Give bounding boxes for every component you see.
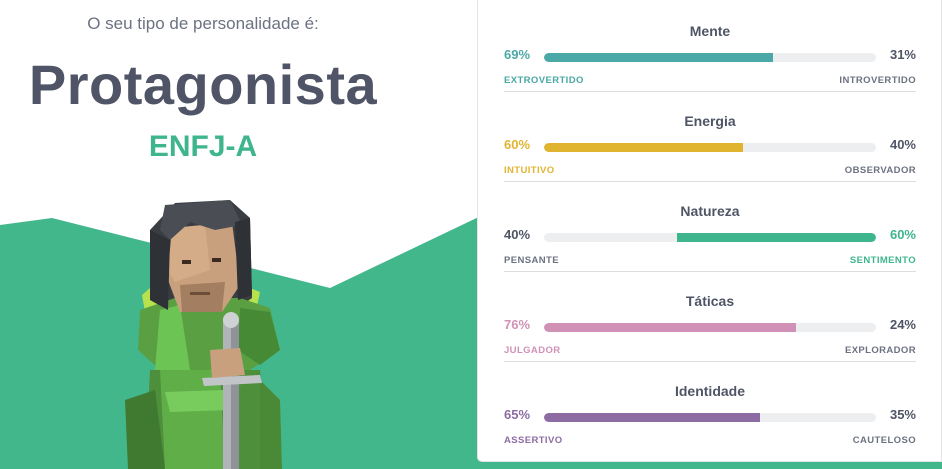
trait-left-label: JULGADOR	[504, 345, 561, 356]
trait-left-label: ASSERTIVO	[504, 435, 563, 446]
trait-bar	[544, 53, 876, 62]
trait-right-label: SENTIMENTO	[849, 255, 916, 266]
trait-bar-fill	[544, 143, 744, 152]
trait-identity: Identidade 65% 35% ASSERTIVO CAUTELOSO	[504, 361, 916, 451]
trait-title: Energia	[684, 113, 736, 129]
trait-bar-fill	[544, 53, 774, 62]
trait-bar	[544, 323, 876, 332]
trait-bar	[544, 143, 876, 152]
trait-left-percent: 40%	[504, 227, 531, 242]
trait-right-label: CAUTELOSO	[852, 435, 916, 446]
personality-type-code: ENFJ-A	[148, 130, 258, 163]
trait-right-percent: 24%	[889, 317, 916, 332]
trait-left-percent: 60%	[504, 137, 531, 152]
trait-right-label: OBSERVADOR	[844, 165, 916, 176]
trait-title: Natureza	[680, 203, 740, 219]
trait-title: Táticas	[685, 293, 735, 309]
trait-left-percent: 65%	[504, 407, 531, 422]
protagonist-character-illustration	[125, 200, 282, 469]
trait-bar-fill	[544, 413, 760, 422]
personality-type-name: Protagonista	[28, 53, 378, 116]
trait-left-percent: 69%	[504, 47, 531, 62]
trait-title: Mente	[689, 23, 731, 39]
trait-left-percent: 76%	[504, 317, 531, 332]
traits-panel: Mente 69% 31% EXTROVERTIDO INTROVERTIDO …	[477, 0, 942, 462]
trait-left-label: PENSANTE	[504, 255, 559, 266]
trait-bar-fill	[676, 233, 876, 242]
trait-energy: Energia 60% 40% INTUITIVO OBSERVADOR	[504, 91, 916, 182]
trait-right-label: EXPLORADOR	[844, 345, 916, 356]
trait-right-percent: 60%	[889, 227, 916, 242]
trait-bar	[544, 413, 876, 422]
trait-right-percent: 40%	[889, 137, 916, 152]
trait-mind: Mente 69% 31% EXTROVERTIDO INTROVERTIDO	[504, 1, 916, 92]
personality-intro: O seu tipo de personalidade é:	[87, 14, 319, 33]
trait-left-label: INTUITIVO	[504, 165, 555, 176]
trait-title: Identidade	[674, 383, 745, 399]
trait-right-percent: 35%	[889, 407, 916, 422]
trait-bar	[544, 233, 876, 242]
trait-nature: Natureza 40% 60% PENSANTE SENTIMENTO	[504, 181, 916, 272]
trait-right-label: INTROVERTIDO	[839, 75, 916, 86]
trait-bar-fill	[544, 323, 797, 332]
trait-tactics: Táticas 76% 24% JULGADOR EXPLORADOR	[504, 271, 916, 362]
trait-right-percent: 31%	[889, 47, 916, 62]
trait-left-label: EXTROVERTIDO	[504, 75, 584, 86]
